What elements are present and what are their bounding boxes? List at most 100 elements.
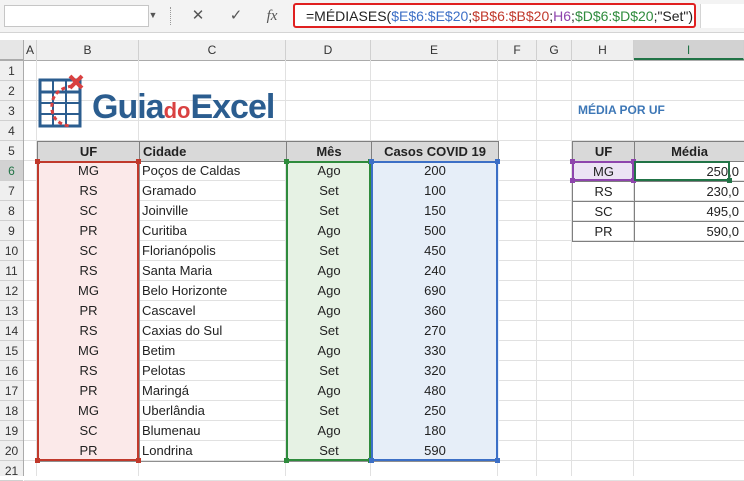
header-casos[interactable]: Casos COVID 19	[371, 141, 499, 162]
header-uf[interactable]: UF	[37, 141, 140, 162]
cell-casos[interactable]: 360	[371, 301, 499, 322]
cell-cidade[interactable]: Maringá	[139, 381, 287, 402]
enter-icon[interactable]: ✓	[222, 4, 250, 28]
cell-uf[interactable]: RS	[37, 321, 140, 342]
range-handle[interactable]	[570, 178, 575, 183]
row-header-11[interactable]: 11	[0, 261, 23, 281]
row-header-10[interactable]: 10	[0, 241, 23, 261]
range-handle[interactable]	[495, 159, 500, 164]
cell-casos[interactable]: 450	[371, 241, 499, 262]
range-handle[interactable]	[570, 159, 575, 164]
range-handle[interactable]	[35, 458, 40, 463]
cell-cidade[interactable]: Curitiba	[139, 221, 287, 242]
column-header-f[interactable]: F	[498, 40, 537, 60]
cell-cidade[interactable]: Belo Horizonte	[139, 281, 287, 302]
cell-uf[interactable]: SC	[37, 241, 140, 262]
summary-header-media[interactable]: Média	[634, 141, 744, 162]
chevron-down-icon[interactable]: ▼	[148, 9, 158, 21]
cell-mes[interactable]: Set	[286, 441, 372, 462]
select-all-corner[interactable]	[0, 40, 24, 60]
cell-mes[interactable]: Ago	[286, 281, 372, 302]
cell-cidade[interactable]: Betim	[139, 341, 287, 362]
column-header-a[interactable]: A	[24, 40, 37, 60]
insert-function-icon[interactable]: fx	[258, 4, 286, 28]
cell-casos[interactable]: 270	[371, 321, 499, 342]
column-header-c[interactable]: C	[139, 40, 286, 60]
range-handle[interactable]	[136, 458, 141, 463]
cell-casos[interactable]: 330	[371, 341, 499, 362]
cell-casos[interactable]: 100	[371, 181, 499, 202]
cell-mes[interactable]: Set	[286, 321, 372, 342]
cell-mes[interactable]: Set	[286, 401, 372, 422]
cell-cidade[interactable]: Joinville	[139, 201, 287, 222]
row-header-18[interactable]: 18	[0, 401, 23, 421]
cancel-icon[interactable]: ✕	[184, 4, 212, 28]
cell-cidade[interactable]: Pelotas	[139, 361, 287, 382]
cell-uf[interactable]: MG	[37, 341, 140, 362]
cell-cidade[interactable]: Florianópolis	[139, 241, 287, 262]
summary-cell-uf[interactable]: PR	[572, 221, 635, 242]
cell-uf[interactable]: MG	[37, 161, 140, 182]
range-handle[interactable]	[136, 159, 141, 164]
cell-mes[interactable]: Ago	[286, 301, 372, 322]
row-header-14[interactable]: 14	[0, 321, 23, 341]
name-box[interactable]	[4, 5, 149, 27]
column-header-g[interactable]: G	[537, 40, 572, 60]
cell-casos[interactable]: 250	[371, 401, 499, 422]
cell-mes[interactable]: Ago	[286, 381, 372, 402]
cell-mes[interactable]: Set	[286, 241, 372, 262]
cell-uf[interactable]: RS	[37, 361, 140, 382]
summary-cell-media[interactable]: 230,0	[634, 181, 744, 202]
range-handle[interactable]	[369, 159, 374, 164]
cell-cidade[interactable]: Poços de Caldas	[139, 161, 287, 182]
cell-mes[interactable]: Ago	[286, 421, 372, 442]
row-header-21[interactable]: 21	[0, 461, 23, 481]
range-handle[interactable]	[369, 458, 374, 463]
cell-uf[interactable]: SC	[37, 201, 140, 222]
cell-casos[interactable]: 480	[371, 381, 499, 402]
cell-mes[interactable]: Set	[286, 181, 372, 202]
range-handle[interactable]	[631, 159, 636, 164]
column-header-b[interactable]: B	[37, 40, 139, 60]
cell-casos[interactable]: 240	[371, 261, 499, 282]
range-handle[interactable]	[284, 458, 289, 463]
cell-cidade[interactable]: Cascavel	[139, 301, 287, 322]
cell-mes[interactable]: Ago	[286, 221, 372, 242]
cell-uf[interactable]: PR	[37, 381, 140, 402]
column-header-i[interactable]: I	[634, 40, 744, 60]
row-header-4[interactable]: 4	[0, 121, 23, 141]
cell-casos[interactable]: 590	[371, 441, 499, 462]
row-header-8[interactable]: 8	[0, 201, 23, 221]
column-header-e[interactable]: E	[371, 40, 498, 60]
row-header-6[interactable]: 6	[0, 161, 23, 181]
row-header-3[interactable]: 3	[0, 101, 23, 121]
cell-cidade[interactable]: Caxias do Sul	[139, 321, 287, 342]
cell-cidade[interactable]: Uberlândia	[139, 401, 287, 422]
cell-mes[interactable]: Set	[286, 201, 372, 222]
summary-cell-uf[interactable]: RS	[572, 181, 635, 202]
row-header-16[interactable]: 16	[0, 361, 23, 381]
column-header-d[interactable]: D	[286, 40, 371, 60]
cell-uf[interactable]: PR	[37, 301, 140, 322]
cell-uf[interactable]: PR	[37, 221, 140, 242]
range-handle[interactable]	[35, 159, 40, 164]
cell-uf[interactable]: MG	[37, 281, 140, 302]
row-header-12[interactable]: 12	[0, 281, 23, 301]
row-header-13[interactable]: 13	[0, 301, 23, 321]
row-header-17[interactable]: 17	[0, 381, 23, 401]
summary-cell-uf[interactable]: SC	[572, 201, 635, 222]
cell-uf[interactable]: MG	[37, 401, 140, 422]
cell-casos[interactable]: 500	[371, 221, 499, 242]
cell-cidade[interactable]: Santa Maria	[139, 261, 287, 282]
range-handle[interactable]	[631, 178, 636, 183]
header-cidade[interactable]: Cidade	[139, 141, 287, 162]
cell-casos[interactable]: 200	[371, 161, 499, 182]
cell-mes[interactable]: Set	[286, 361, 372, 382]
cell-cidade[interactable]: Gramado	[139, 181, 287, 202]
summary-header-uf[interactable]: UF	[572, 141, 635, 162]
cell-uf[interactable]: RS	[37, 181, 140, 202]
cell-uf[interactable]: PR	[37, 441, 140, 462]
cell-cidade[interactable]: Londrina	[139, 441, 287, 462]
row-header-15[interactable]: 15	[0, 341, 23, 361]
cell-casos[interactable]: 180	[371, 421, 499, 442]
